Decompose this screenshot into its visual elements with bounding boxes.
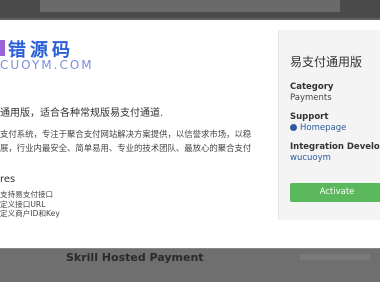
background-item-title: Skrill Hosted Payment [66,251,204,264]
activate-button[interactable]: Activate [290,183,380,202]
module-sidebar: 易支付通用版 Category Payments Support Homepag… [278,30,380,220]
background-list: Skrill Hosted Payment [0,248,380,282]
background-divider [0,248,380,249]
module-body-line: 展，行业内最安全、简单易用、专业的技术团队、最放心的聚合支付 [0,143,252,153]
sidebar-title: 易支付通用版 [290,55,363,69]
module-body: 支付系统，专注于聚合支付网站解决方案提供，以信誉求市场，以稳 展，行业内最安全、… [0,127,260,155]
features-list: 支持易支付接口 定义接口URL 定义商户ID和Key [0,190,60,219]
logo-accent [0,40,5,56]
feature-item: 定义接口URL [0,199,46,209]
feature-item: 支持易支付接口 [0,190,54,199]
top-strip [0,0,380,18]
homepage-link[interactable]: Homepage [290,123,346,133]
globe-icon [290,124,297,131]
logo-text-en: CUOYM.COM [0,58,94,72]
developer-value[interactable]: wucuoym [290,153,331,163]
features-heading: res [0,174,16,185]
developer-label: Integration Developer [290,142,380,152]
feature-item: 定义商户ID和Key [0,209,60,219]
category-label: Category [290,82,334,92]
brand-logo: 错源码 CUOYM.COM [0,36,92,76]
homepage-link-label: Homepage [300,123,347,133]
module-description: 通用版，适合各种常规版易支付通道. [0,108,164,119]
top-strip-bar [40,0,340,12]
support-label: Support [290,112,329,122]
module-details-modal: 错源码 CUOYM.COM 通用版，适合各种常规版易支付通道. 支付系统，专注于… [0,20,380,248]
module-body-line: 支付系统，专注于聚合支付网站解决方案提供，以信誉求市场，以稳 [0,129,252,139]
background-item-meta [300,254,370,260]
category-value: Payments [290,93,332,103]
